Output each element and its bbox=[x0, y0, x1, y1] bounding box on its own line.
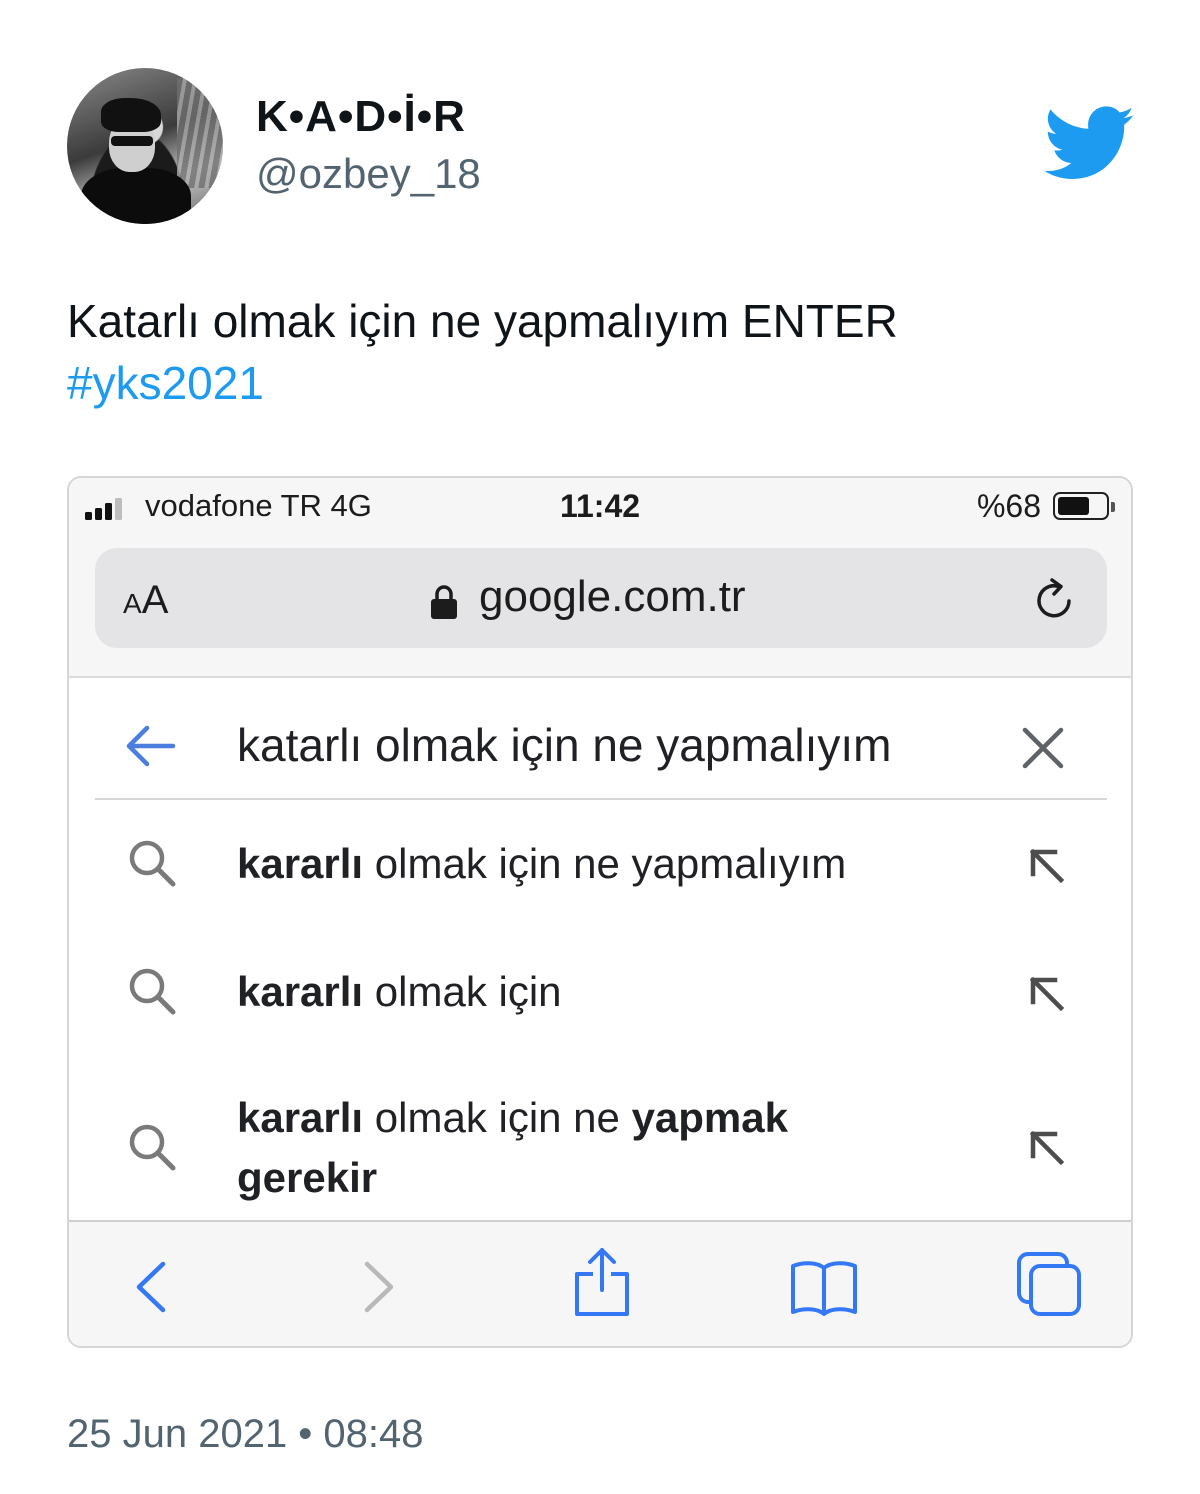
twitter-bird-icon bbox=[1044, 106, 1135, 179]
tweet-text: Katarlı olmak için ne yapmalıyım ENTER #… bbox=[67, 290, 1147, 414]
back-icon[interactable] bbox=[117, 1256, 187, 1318]
suggestion-item[interactable]: kararlı olmak için bbox=[69, 930, 1131, 1054]
search-input[interactable]: katarlı olmak için ne yapmalıyım bbox=[237, 718, 891, 772]
browser-toolbar bbox=[69, 1220, 1131, 1346]
search-icon bbox=[129, 968, 176, 1015]
divider bbox=[95, 798, 1107, 800]
avatar[interactable] bbox=[67, 68, 223, 224]
suggestion-rest: olmak için ne bbox=[363, 1094, 632, 1141]
tweet-timestamp[interactable]: 25 Jun 2021 • 08:48 bbox=[67, 1412, 424, 1457]
bookmarks-icon[interactable] bbox=[789, 1256, 859, 1318]
suggestion-bold: kararlı bbox=[237, 1094, 364, 1141]
text-size-button[interactable]: AA bbox=[123, 578, 168, 623]
browser-top-bar: AA google.com.tr bbox=[69, 538, 1131, 678]
battery-level bbox=[1058, 497, 1089, 515]
fill-query-arrow-icon[interactable] bbox=[1027, 846, 1067, 886]
fill-query-arrow-icon[interactable] bbox=[1027, 1128, 1067, 1168]
lock-icon bbox=[431, 585, 457, 619]
google-search-row: katarlı olmak için ne yapmalıyım bbox=[69, 678, 1131, 800]
user-handle[interactable]: @ozbey_18 bbox=[256, 150, 481, 198]
close-icon[interactable] bbox=[1021, 726, 1065, 770]
avatar-background bbox=[177, 78, 223, 188]
suggestion-text: kararlı olmak için ne yapmalıyım bbox=[237, 834, 897, 894]
battery-percentage: %68 bbox=[976, 488, 1041, 524]
fill-query-arrow-icon[interactable] bbox=[1027, 974, 1067, 1014]
url-text[interactable]: google.com.tr bbox=[479, 572, 746, 622]
hashtag-link[interactable]: #yks2021 bbox=[67, 352, 1147, 414]
suggestion-text: kararlı olmak için ne yapmak gerekir bbox=[237, 1088, 877, 1208]
battery-icon bbox=[1053, 492, 1115, 520]
avatar-glasses bbox=[111, 136, 153, 146]
search-icon bbox=[129, 840, 176, 887]
suggestion-text: kararlı olmak için bbox=[237, 962, 897, 1022]
suggestion-item[interactable]: kararlı olmak için ne yapmak gerekir bbox=[69, 1068, 1131, 1218]
suggestion-bold: kararlı bbox=[237, 840, 364, 887]
phone-status-bar: vodafone TR 4G 11:42 %68 bbox=[69, 478, 1131, 538]
address-bar[interactable]: AA google.com.tr bbox=[95, 548, 1107, 648]
suggestion-bold: kararlı bbox=[237, 968, 364, 1015]
reload-icon[interactable] bbox=[1029, 574, 1079, 624]
attached-screenshot[interactable]: vodafone TR 4G 11:42 %68 AA google.com.t… bbox=[67, 476, 1133, 1348]
suggestion-rest: olmak için ne yapmalıyım bbox=[363, 840, 847, 887]
forward-icon[interactable] bbox=[343, 1256, 413, 1318]
tweet-body: Katarlı olmak için ne yapmalıyım ENTER bbox=[67, 295, 898, 347]
suggestion-rest: olmak için bbox=[363, 968, 562, 1015]
suggestion-item[interactable]: kararlı olmak için ne yapmalıyım bbox=[69, 802, 1131, 926]
avatar-body bbox=[81, 168, 191, 224]
back-arrow-icon[interactable] bbox=[123, 724, 177, 768]
avatar-hair bbox=[101, 98, 161, 132]
tabs-icon[interactable] bbox=[1015, 1250, 1085, 1320]
share-icon[interactable] bbox=[567, 1246, 637, 1318]
battery-nub bbox=[1111, 502, 1115, 512]
search-icon bbox=[129, 1124, 176, 1171]
status-time: 11:42 bbox=[559, 488, 641, 524]
display-name[interactable]: K•A•D•İ•R bbox=[256, 92, 466, 142]
